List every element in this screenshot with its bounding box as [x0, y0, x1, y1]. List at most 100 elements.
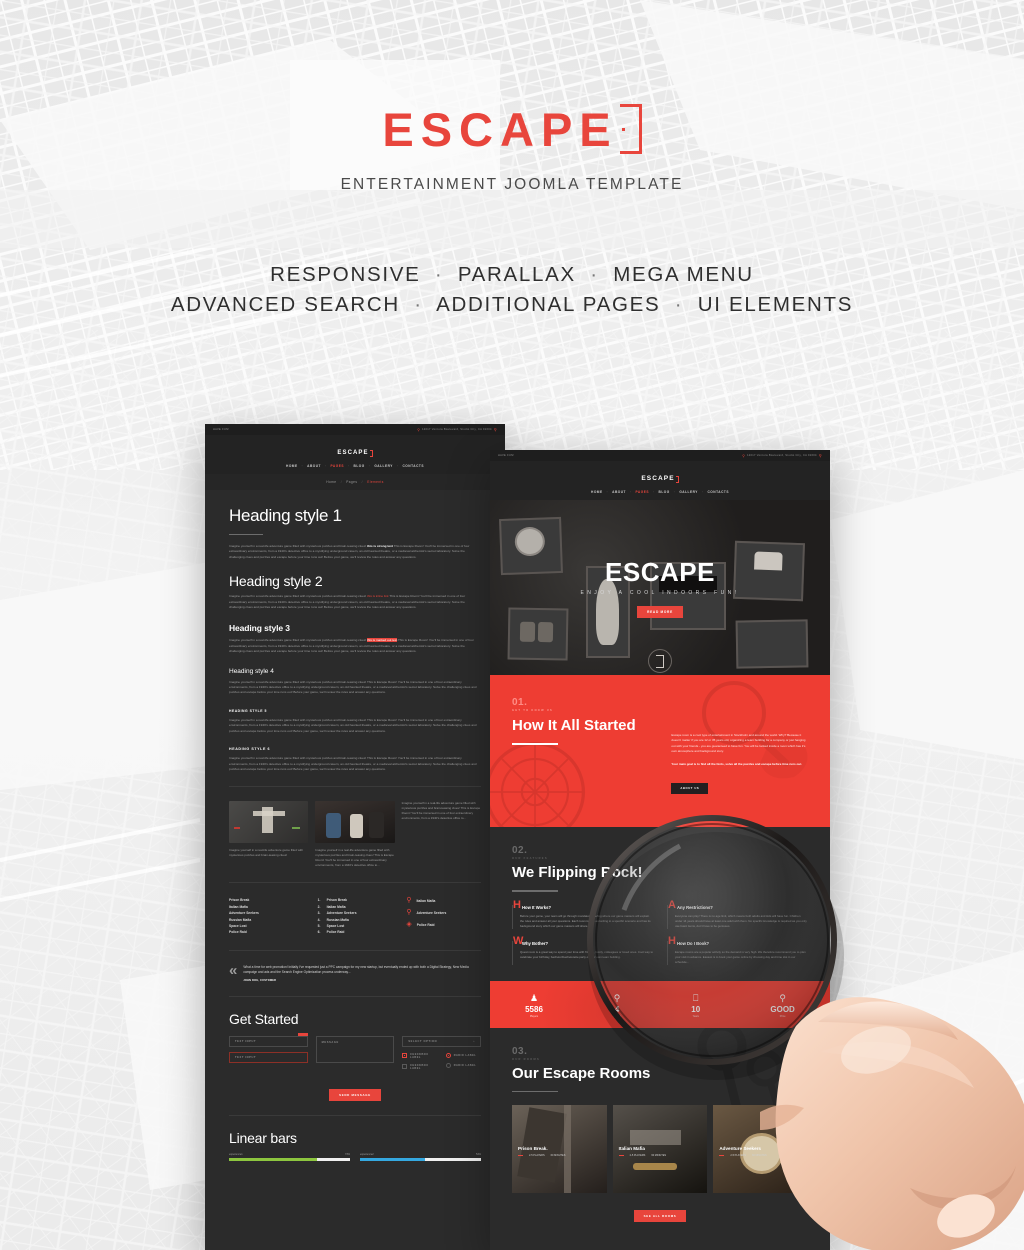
inline-marked-text: this is marked out text — [367, 638, 398, 643]
quote-text: What a time for web promotion! Initially… — [243, 964, 469, 975]
search-icon[interactable]: ⚲ — [494, 427, 497, 432]
checkbox-unchecked-icon[interactable] — [402, 1064, 408, 1070]
hero-read-more-button[interactable]: READ MORE — [637, 606, 683, 618]
see-all-rooms-button[interactable]: SEE ALL ROOMS — [633, 1210, 687, 1222]
paragraph-mark: Imagine yourself in a real-life adventur… — [229, 638, 474, 654]
gallery-image-crossword — [229, 801, 309, 844]
breadcrumb-current: Elements — [367, 480, 384, 484]
target-icon: ◈ — [406, 921, 412, 929]
site-nav[interactable]: HOME · ABOUT · PAGES · BLOG · GALLERY · CONTA… — [205, 464, 505, 468]
radio-selected-icon[interactable] — [445, 1052, 451, 1058]
section-body-bold-01: Your main goal is to find all the hints,… — [671, 761, 803, 766]
contact-form[interactable]: TEXT INPUT TEXT INPUT MESSAGE SELECT OPT… — [229, 1032, 482, 1075]
feature-additional-pages: ADDITIONAL PAGES — [436, 293, 661, 316]
faq-question: Why Bother? — [522, 940, 549, 946]
list-item: ⚲ Italian Mafia — [406, 897, 481, 904]
search-icon[interactable]: ⚲ — [819, 453, 822, 458]
scroll-door-icon[interactable] — [648, 649, 672, 673]
nav-item-gallery[interactable]: GALLERY — [679, 490, 698, 494]
radio-label-1: RADIO LABEL — [453, 1053, 477, 1057]
faq-item: H How It Works? Before your game, your t… — [512, 899, 653, 929]
text-input-2[interactable]: TEXT INPUT — [229, 1051, 308, 1063]
nav-item-blog[interactable]: BLOG — [659, 490, 670, 494]
location-pin-icon: ⚲ — [742, 453, 746, 458]
gallery-item-mid[interactable]: Imagine yourself in a real-life adventur… — [315, 801, 395, 868]
site-logo[interactable]: ESCAPE — [641, 475, 679, 483]
checkbox-row-2[interactable]: CHECKBOX LABEL — [402, 1064, 437, 1070]
stat-years: ⎕ 10 Years — [691, 993, 700, 1018]
gallery-caption-mid: Imagine yourself in a real-life adventur… — [315, 848, 394, 868]
nav-item-blog[interactable]: BLOG — [354, 464, 365, 468]
room-meta-time: 60 MINUTES — [651, 1154, 667, 1157]
faq-item: A Any Restrictions? Everyone can play! T… — [667, 899, 808, 929]
nav-item-gallery[interactable]: GALLERY — [374, 464, 393, 468]
nav-sep: · — [652, 490, 655, 494]
room-title: Prison Break. — [518, 1146, 548, 1151]
feature-parallax: PARALLAX — [457, 263, 576, 286]
divider — [229, 786, 481, 788]
radio-row-1[interactable]: RADIO LABEL — [445, 1052, 481, 1058]
door-icon: ⎕ — [693, 992, 699, 1003]
feature-list: RESPONSIVE · PARALLAX · MEGA MENU ADVANC… — [171, 260, 853, 320]
nav-item-pages[interactable]: PAGES — [636, 490, 649, 494]
divider — [229, 882, 481, 884]
nav-item-about[interactable]: ABOUT — [307, 464, 321, 468]
radio-row-2[interactable]: RADIO LABEL — [445, 1062, 481, 1068]
nav-item-contacts[interactable]: CONTACTS — [403, 464, 424, 468]
nav-item-home[interactable]: HOME — [591, 490, 603, 494]
chevron-down-icon: › — [473, 1039, 476, 1043]
site-logo-text: ESCAPE — [641, 475, 675, 482]
about-us-button[interactable]: ABOUT US — [671, 783, 709, 795]
nav-sep: · — [629, 490, 632, 494]
site-topbar: HAVE FUN! ⚲ 12017 Ventura Boulevard, Stu… — [205, 424, 505, 435]
select-option[interactable]: SELECT OPTION › — [402, 1035, 482, 1047]
site-nav[interactable]: HOME · ABOUT · PAGES · BLOG · GALLERY · CONTA… — [490, 490, 830, 494]
feature-responsive: RESPONSIVE — [270, 263, 421, 286]
radio-unselected-icon[interactable] — [445, 1062, 451, 1068]
room-meta-time: 60 MINUTES — [550, 1154, 566, 1157]
nav-item-contacts[interactable]: CONTACTS — [708, 490, 729, 494]
feature-separator: · — [590, 263, 599, 286]
linear-bars-title: Linear bars — [229, 1129, 297, 1146]
stat-value: 5586 — [525, 1004, 543, 1014]
room-meta: 2-5 PLAYERS 60 MINUTES — [618, 1154, 667, 1157]
divider — [229, 995, 481, 997]
site-logo[interactable]: ESCAPE — [337, 450, 373, 457]
banner: ESCAPE ENTERTAINMENT JOOMLA TEMPLATE RES… — [0, 0, 1024, 400]
nav-item-pages[interactable]: PAGES — [331, 464, 344, 468]
breadcrumb-home[interactable]: Home — [326, 480, 336, 484]
faq-item: W Why Bother? Quest room is a great way … — [512, 935, 653, 965]
nav-item-about[interactable]: ABOUT — [612, 490, 626, 494]
gallery-caption-right: Imagine yourself in a real-life adventur… — [401, 801, 481, 821]
checkbox-checked-icon[interactable] — [402, 1053, 408, 1059]
message-textarea[interactable]: MESSAGE — [315, 1035, 395, 1063]
section-eyebrow-01: GET TO KNOW US — [512, 709, 554, 712]
radio-label-2: RADIO LABEL — [453, 1063, 477, 1067]
paragraph-plain-4: Imagine yourself in a real-life adventur… — [229, 679, 477, 695]
site-topbar: HAVE FUN! ⚲ 12017 Ventura Boulevard, Stu… — [490, 450, 830, 461]
nav-sep: · — [368, 464, 371, 468]
icon-list-label: Italian Mafia — [416, 898, 436, 903]
room-card-italian-mafia[interactable]: Italian Mafia 2-5 PLAYERS 60 MINUTES — [612, 1105, 708, 1193]
feature-separator: · — [674, 293, 684, 316]
checkbox-row-1[interactable]: CHECKBOX LABEL — [402, 1053, 437, 1059]
text-input-1[interactable]: TEXT INPUT — [229, 1032, 308, 1047]
section-title-01: How It All Started — [512, 717, 636, 734]
faq-question: Any Restrictions? — [677, 904, 713, 910]
left-browser-mockup[interactable]: HAVE FUN! ⚲ 12017 Ventura Boulevard, Stu… — [205, 424, 505, 1250]
send-message-button[interactable]: SEND MESSAGE — [329, 1088, 381, 1101]
gallery-item-left[interactable]: Imagine yourself in a real-life adventur… — [229, 801, 309, 868]
room-card-prison-break[interactable]: Prison Break. 2-5 PLAYERS 60 MINUTES — [512, 1105, 607, 1193]
nav-item-home[interactable]: HOME — [286, 464, 298, 468]
feature-row-1: RESPONSIVE · PARALLAX · MEGA MENU — [171, 260, 853, 290]
breadcrumb-pages[interactable]: Pages — [346, 480, 357, 484]
quote-author: JOHN DOE, CUSTOMER — [243, 978, 277, 982]
section-underline — [512, 743, 558, 745]
room-meta-players: 2-5 PLAYERS — [629, 1154, 646, 1157]
nav-sep: · — [396, 464, 399, 468]
meta-bar-icon — [719, 1155, 725, 1156]
heading-style-3: Heading style 3 — [229, 623, 290, 634]
progress-label-2: experience2 — [360, 1152, 374, 1156]
inline-link[interactable]: this is inline link — [367, 594, 389, 598]
form-title: Get Started — [229, 1010, 299, 1027]
